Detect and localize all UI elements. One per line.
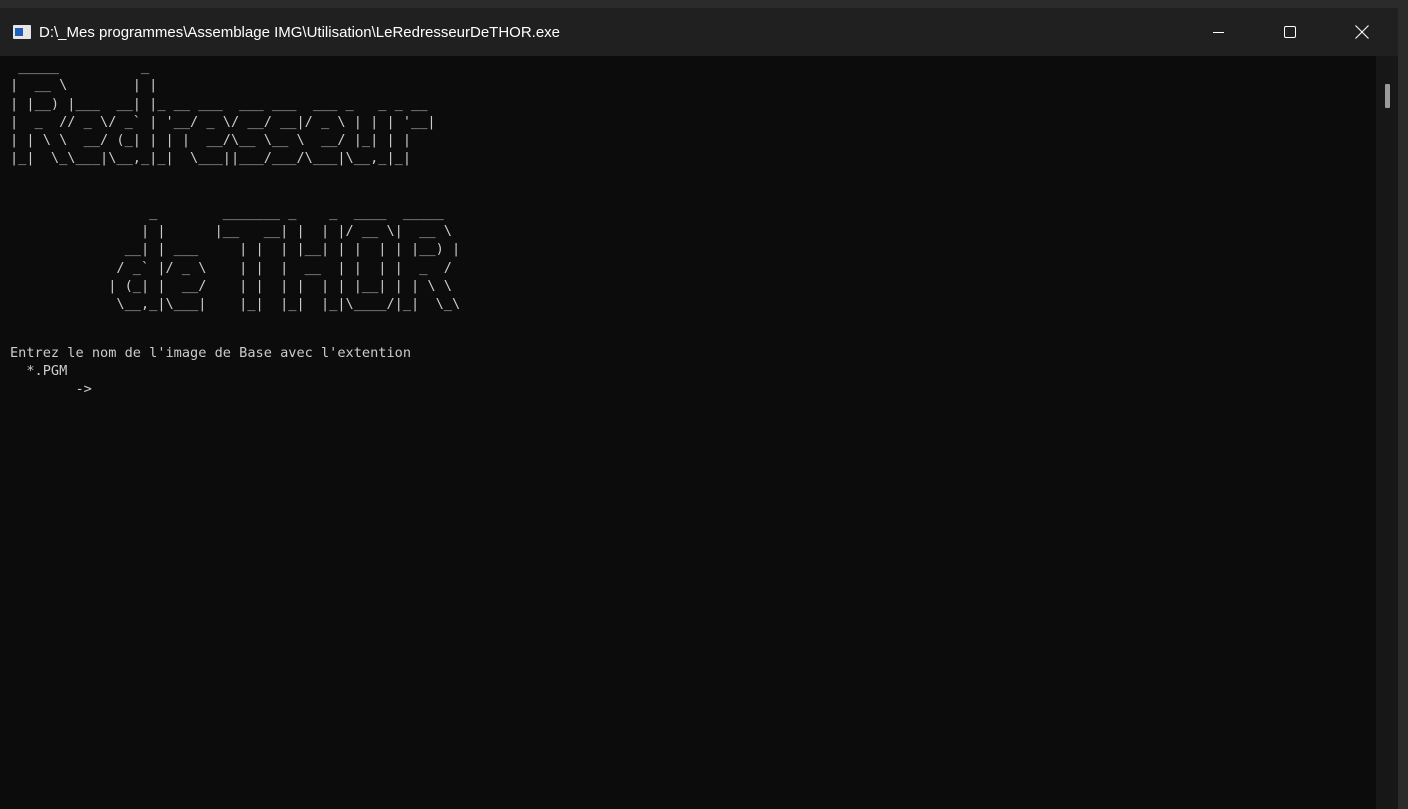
maximize-icon [1284, 26, 1296, 38]
desktop-strip [0, 0, 1408, 8]
title-bar[interactable]: D:\_Mes programmes\Assemblage IMG\Utilis… [0, 8, 1398, 56]
minimize-button[interactable] [1182, 8, 1254, 56]
banner-redresseur: _____ _ | __ \ | | | |__) |___ __| |_ __… [10, 59, 436, 167]
prompt-extension: *.PGM [10, 362, 68, 379]
minimize-icon [1212, 27, 1224, 38]
window-controls [1182, 8, 1398, 56]
close-icon [1355, 25, 1369, 39]
desktop-edge [1398, 0, 1408, 809]
banner-de-thor: _ _______ _ _ ____ _____ | | |__ __| | |… [108, 204, 461, 313]
maximize-button[interactable] [1254, 8, 1326, 56]
prompt-message: Entrez le nom de l'image de Base avec l'… [10, 344, 412, 361]
window-title: D:\_Mes programmes\Assemblage IMG\Utilis… [39, 23, 561, 41]
close-button[interactable] [1326, 8, 1398, 56]
vertical-scrollbar[interactable] [1376, 56, 1398, 809]
console-window: D:\_Mes programmes\Assemblage IMG\Utilis… [0, 0, 1408, 809]
console-output[interactable]: _____ _ | __ \ | | | |__) |___ __| |_ __… [10, 58, 1372, 809]
input-prompt-arrow[interactable]: -> [10, 380, 1372, 398]
console-app-icon[interactable] [13, 25, 31, 39]
scrollbar-thumb[interactable] [1385, 84, 1390, 108]
